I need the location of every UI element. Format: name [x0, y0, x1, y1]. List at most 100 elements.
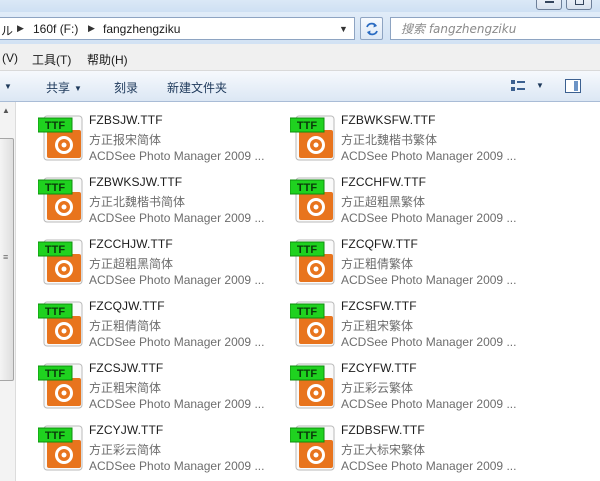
views-icon[interactable] — [510, 78, 526, 94]
file-type-badge: TTF — [297, 306, 317, 318]
file-associated-app: ACDSee Photo Manager 2009 ... — [341, 397, 517, 411]
menu-help[interactable]: 帮助(H) — [87, 51, 128, 68]
ttf-file-icon: TTF — [38, 301, 83, 347]
file-name: FZDBSFW.TTF — [341, 423, 425, 437]
search-box[interactable] — [390, 17, 600, 40]
file-type-badge: TTF — [297, 368, 317, 380]
views-dropdown-icon[interactable]: ▼ — [536, 81, 544, 90]
menu-tools[interactable]: 工具(T) — [32, 51, 71, 68]
file-type-badge: TTF — [297, 244, 317, 256]
file-description: 方正超粗黑简体 — [89, 257, 174, 271]
preview-pane-icon[interactable] — [565, 79, 581, 93]
file-name: FZCSJW.TTF — [89, 361, 164, 375]
address-bar[interactable]: ル ▶ 160f (F:) ▶ fangzhengziku ▼ — [0, 17, 355, 40]
burn-button[interactable]: 刻录 — [114, 79, 138, 96]
file-item[interactable]: TTF FZCCHFW.TTF 方正超粗黑繁体 ACDSee Photo Manage… — [268, 164, 517, 225]
breadcrumb-folder[interactable]: fangzhengziku — [103, 22, 180, 36]
ttf-file-icon: TTF — [290, 115, 335, 161]
file-name: FZCQJW.TTF — [89, 299, 165, 313]
file-description: 方正粗倩简体 — [89, 319, 162, 333]
ttf-file-icon: TTF — [290, 239, 335, 285]
ttf-file-icon: TTF — [38, 115, 83, 161]
organize-dropdown-icon[interactable]: ▼ — [0, 79, 12, 93]
file-type-badge: TTF — [45, 182, 65, 194]
file-associated-app: ACDSee Photo Manager 2009 ... — [89, 211, 265, 225]
file-description: 方正彩云简体 — [89, 443, 162, 457]
file-associated-app: ACDSee Photo Manager 2009 ... — [89, 397, 265, 411]
breadcrumb-partial[interactable]: ル — [1, 22, 13, 39]
file-item[interactable]: TTF FZCCHJW.TTF 方正超粗黑简体 ACDSee Photo Manage… — [16, 226, 265, 287]
minimize-icon — [545, 1, 554, 3]
file-name: FZCYFW.TTF — [341, 361, 417, 375]
file-name: FZCCHFW.TTF — [341, 175, 427, 189]
file-type-badge: TTF — [297, 120, 317, 132]
file-item[interactable]: TTF FZCQFW.TTF 方正粗倩繁体 ACDSee Photo Manager … — [268, 226, 516, 287]
file-description: 方正粗宋简体 — [89, 381, 162, 395]
breadcrumb-drive[interactable]: 160f (F:) — [33, 22, 78, 36]
file-item[interactable]: TTF FZCSJW.TTF 方正粗宋简体 ACDSee Photo Manager … — [16, 350, 265, 411]
ttf-file-icon: TTF — [290, 177, 335, 223]
file-associated-app: ACDSee Photo Manager 2009 ... — [341, 149, 517, 163]
scroll-up-icon[interactable]: ▲ — [2, 106, 10, 115]
search-input[interactable] — [393, 19, 593, 38]
minimize-button[interactable] — [536, 0, 562, 10]
file-description: 方正北魏楷书繁体 — [341, 133, 438, 147]
scrollbar-grip-icon: ≡ — [3, 252, 9, 262]
file-item[interactable]: TTF FZCQJW.TTF 方正粗倩简体 ACDSee Photo Manager … — [16, 288, 265, 349]
file-description: 方正报宋简体 — [89, 133, 162, 147]
file-name: FZBSJW.TTF — [89, 113, 163, 127]
new-folder-button[interactable]: 新建文件夹 — [167, 79, 227, 96]
ttf-file-icon: TTF — [38, 239, 83, 285]
share-button[interactable]: 共享 ▼ — [46, 79, 82, 96]
file-type-badge: TTF — [297, 182, 317, 194]
ttf-file-icon: TTF — [38, 363, 83, 409]
file-item[interactable]: TTF FZBWKSJW.TTF 方正北魏楷书简体 ACDSee Photo Mana… — [16, 164, 265, 225]
share-label: 共享 — [46, 81, 71, 95]
file-item[interactable]: TTF FZCYJW.TTF 方正彩云简体 ACDSee Photo Manager … — [16, 412, 265, 473]
file-item[interactable]: TTF FZBWKSFW.TTF 方正北魏楷书繁体 ACDSee Photo Mana… — [268, 102, 517, 163]
file-associated-app: ACDSee Photo Manager 2009 ... — [89, 149, 265, 163]
menu-view[interactable]: (V) — [2, 51, 18, 65]
file-name: FZBWKSFW.TTF — [341, 113, 436, 127]
breadcrumb-separator-icon[interactable]: ▶ — [88, 23, 95, 34]
file-type-badge: TTF — [45, 244, 65, 256]
command-bar: ▼ 共享 ▼ 刻录 新建文件夹 ▼ — [0, 71, 600, 102]
file-type-badge: TTF — [297, 430, 317, 442]
menu-bar: (V) 工具(T) 帮助(H) — [0, 44, 600, 71]
file-description: 方正彩云繁体 — [341, 381, 414, 395]
file-item[interactable]: TTF FZCYFW.TTF 方正彩云繁体 ACDSee Photo Manager … — [268, 350, 517, 411]
ttf-file-icon: TTF — [290, 363, 335, 409]
file-name: FZCCHJW.TTF — [89, 237, 173, 251]
address-row: ル ▶ 160f (F:) ▶ fangzhengziku ▼ — [0, 12, 600, 44]
file-description: 方正超粗黑繁体 — [341, 195, 426, 209]
file-list: TTF FZBSJW.TTF 方正报宋简体 ACDSee Photo Manager … — [16, 102, 600, 481]
file-description: 方正粗宋繁体 — [341, 319, 414, 333]
title-bar — [0, 0, 600, 12]
file-associated-app: ACDSee Photo Manager 2009 ... — [89, 273, 265, 287]
file-item[interactable]: TTF FZDBSFW.TTF 方正大标宋繁体 ACDSee Photo Manage… — [268, 412, 517, 473]
file-name: FZBWKSJW.TTF — [89, 175, 183, 189]
file-description: 方正北魏楷书简体 — [89, 195, 186, 209]
refresh-icon — [366, 22, 378, 36]
file-associated-app: ACDSee Photo Manager 2009 ... — [89, 459, 265, 473]
ttf-file-icon: TTF — [38, 425, 83, 471]
maximize-button[interactable] — [566, 0, 592, 10]
refresh-button[interactable] — [360, 17, 383, 40]
address-dropdown-icon[interactable]: ▼ — [339, 24, 348, 34]
share-dropdown-icon: ▼ — [74, 84, 82, 93]
file-description: 方正大标宋繁体 — [341, 443, 426, 457]
file-name: FZCQFW.TTF — [341, 237, 418, 251]
file-description: 方正粗倩繁体 — [341, 257, 414, 271]
ttf-file-icon: TTF — [290, 301, 335, 347]
file-item[interactable]: TTF FZBSJW.TTF 方正报宋简体 ACDSee Photo Manager … — [16, 102, 265, 163]
file-associated-app: ACDSee Photo Manager 2009 ... — [89, 335, 265, 349]
file-associated-app: ACDSee Photo Manager 2009 ... — [341, 459, 517, 473]
file-associated-app: ACDSee Photo Manager 2009 ... — [341, 335, 517, 349]
breadcrumb-separator-icon[interactable]: ▶ — [17, 23, 24, 34]
file-name: FZCYJW.TTF — [89, 423, 164, 437]
ttf-file-icon: TTF — [38, 177, 83, 223]
file-associated-app: ACDSee Photo Manager 2009 ... — [341, 211, 517, 225]
file-item[interactable]: TTF FZCSFW.TTF 方正粗宋繁体 ACDSee Photo Manager … — [268, 288, 517, 349]
file-type-badge: TTF — [45, 120, 65, 132]
file-type-badge: TTF — [45, 430, 65, 442]
